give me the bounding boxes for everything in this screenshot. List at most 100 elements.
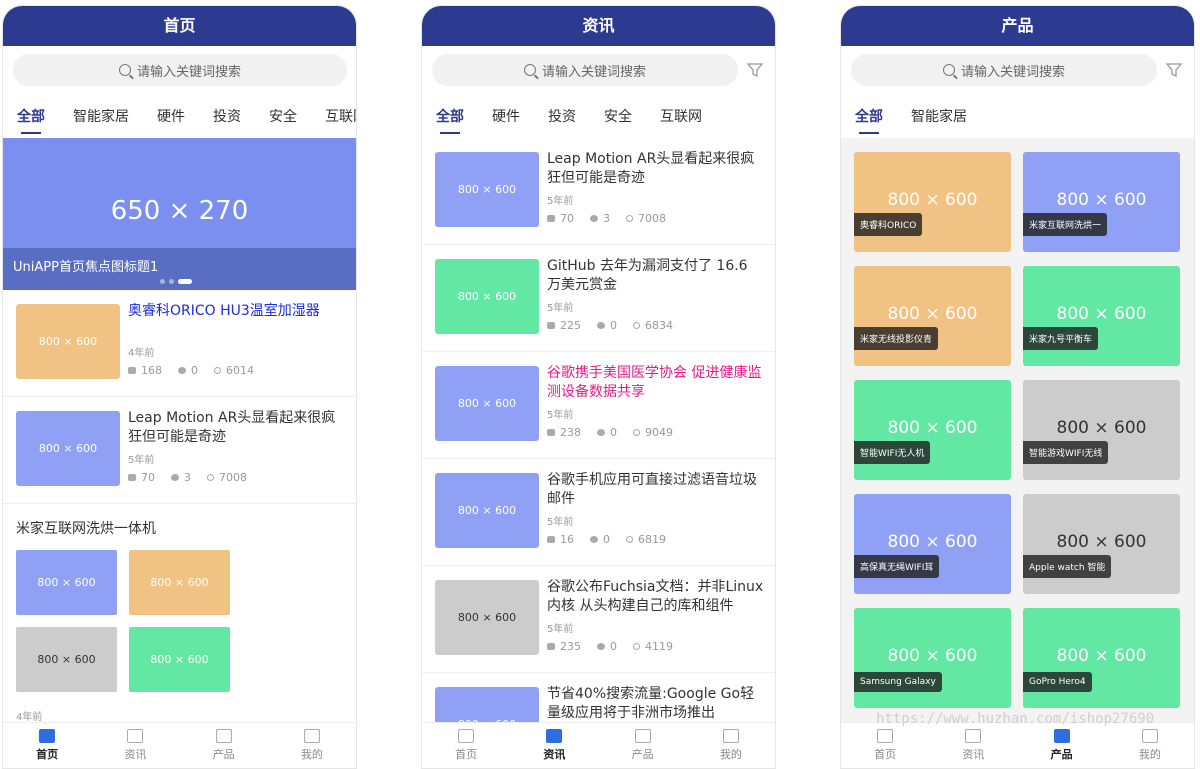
tabbar-label: 首页 — [455, 748, 478, 761]
product-label: 米家无线投影仪青 — [854, 327, 939, 350]
view-count: 7008 — [638, 212, 666, 225]
tab-all[interactable]: 全部 — [436, 100, 464, 138]
like-count: 238 — [560, 426, 581, 439]
tab-smart-home[interactable]: 智能家居 — [73, 100, 129, 138]
item-thumbnail: 800 × 600 — [16, 411, 120, 486]
item-title: 谷歌手机应用可直接过滤语音垃圾邮件 — [547, 472, 757, 507]
list-item[interactable]: 800 × 600 Leap Motion AR头显看起来很疯狂但可能是奇迹 5… — [3, 397, 356, 504]
banner-dimension: 650 × 270 — [110, 196, 249, 226]
comment-icon — [597, 429, 605, 436]
tab-security[interactable]: 安全 — [269, 100, 297, 138]
tabbar-label: 首页 — [874, 748, 897, 761]
list-item[interactable]: 800 × 600 Leap Motion AR头显看起来很疯狂但可能是奇迹 5… — [422, 138, 775, 245]
product-image-dim: 800 × 600 — [887, 646, 978, 666]
product-card[interactable]: 800 × 600 Apple watch 智能 — [1023, 494, 1180, 594]
gallery-time: 4年前 — [16, 712, 43, 722]
tab-all[interactable]: 全部 — [17, 100, 45, 138]
home-icon — [39, 729, 56, 743]
image-icon — [634, 729, 651, 743]
like-icon — [547, 429, 555, 436]
comment-count: 0 — [603, 533, 610, 546]
product-image-dim: 800 × 600 — [887, 418, 978, 438]
list-item[interactable]: 800 × 600 节省40%搜索流量:Google Go轻量级应用将于非洲市场… — [422, 673, 775, 722]
product-card[interactable]: 800 × 600 米家互联网洗烘一 — [1023, 152, 1180, 252]
item-title: Leap Motion AR头显看起来很疯狂但可能是奇迹 — [128, 410, 336, 445]
tab-security[interactable]: 安全 — [604, 100, 632, 138]
tabbar-label: 产品 — [1050, 748, 1073, 761]
news-list: 800 × 600 Leap Motion AR头显看起来很疯狂但可能是奇迹 5… — [422, 138, 775, 722]
tabbar-home[interactable]: 首页 — [841, 723, 929, 768]
tabbar-products[interactable]: 产品 — [599, 723, 687, 768]
banner[interactable]: 650 × 270 UniAPP首页焦点图标题1 — [3, 138, 356, 290]
tab-hardware[interactable]: 硬件 — [492, 100, 520, 138]
item-time: 5年前 — [547, 196, 574, 207]
list-item[interactable]: 800 × 600 GitHub 去年为漏洞支付了 16.6 万美元赏金 5年前… — [422, 245, 775, 352]
product-card[interactable]: 800 × 600 高保真无绳WIFI耳 — [854, 494, 1011, 594]
item-title: Leap Motion AR头显看起来很疯狂但可能是奇迹 — [547, 151, 755, 186]
comment-count: 0 — [610, 426, 617, 439]
comment-icon — [590, 215, 598, 222]
comment-icon — [590, 536, 598, 543]
comment-count: 3 — [603, 212, 610, 225]
tab-internet[interactable]: 互联网 — [325, 100, 356, 138]
view-count: 6834 — [645, 319, 673, 332]
tabbar-products[interactable]: 产品 — [1018, 723, 1106, 768]
filter-icon[interactable] — [1165, 61, 1183, 79]
news-icon — [965, 729, 982, 743]
search-row: 请输入关键词搜索 — [432, 53, 764, 87]
search-placeholder: 请输入关键词搜索 — [541, 64, 646, 80]
search-input[interactable]: 请输入关键词搜索 — [13, 54, 347, 86]
tabbar-me[interactable]: 我的 — [687, 723, 775, 768]
news-icon — [127, 729, 144, 743]
list-item[interactable]: 800 × 600 谷歌携手美国医学协会 促进健康监测设备数据共享 5年前 23… — [422, 352, 775, 459]
watermark: https://www.huzhan.com/ishop27690 — [876, 711, 1155, 727]
item-time: 5年前 — [547, 303, 574, 314]
like-count: 16 — [560, 533, 574, 546]
tab-all[interactable]: 全部 — [855, 100, 883, 138]
tabbar-home[interactable]: 首页 — [422, 723, 510, 768]
product-card[interactable]: 800 × 600 米家无线投影仪青 — [854, 266, 1011, 366]
product-card[interactable]: 800 × 600 智能WIFI无人机 — [854, 380, 1011, 480]
item-stats: 70 3 7008 — [547, 212, 682, 225]
tabbar-label: 首页 — [36, 748, 59, 761]
search-input[interactable]: 请输入关键词搜索 — [851, 54, 1157, 86]
view-count: 6014 — [226, 364, 254, 377]
search-placeholder: 请输入关键词搜索 — [136, 64, 241, 80]
tabbar-home[interactable]: 首页 — [3, 723, 91, 768]
item-title: 奥睿科ORICO HU3温室加湿器 — [128, 303, 320, 319]
tab-investment[interactable]: 投资 — [213, 100, 241, 138]
tab-investment[interactable]: 投资 — [548, 100, 576, 138]
tab-internet[interactable]: 互联网 — [660, 100, 702, 138]
item-title: 谷歌公布Fuchsia文档：并非Linux内核 从头构建自己的库和组件 — [547, 579, 764, 614]
home-icon — [458, 729, 475, 743]
filter-icon[interactable] — [746, 61, 764, 79]
product-card[interactable]: 800 × 600 Samsung Galaxy — [854, 608, 1011, 708]
tabbar-products[interactable]: 产品 — [180, 723, 268, 768]
gallery-item[interactable]: 米家互联网洗烘一体机 800 × 600 800 × 600 800 × 600… — [3, 504, 356, 722]
search-icon — [118, 64, 131, 76]
item-thumbnail: 800 × 600 — [435, 152, 539, 227]
tabbar-label: 产品 — [212, 748, 235, 761]
gallery-image: 800 × 600 — [16, 550, 117, 615]
list-item[interactable]: 800 × 600 奥睿科ORICO HU3温室加湿器 4年前 168 0 60… — [3, 290, 356, 397]
home-content: 650 × 270 UniAPP首页焦点图标题1 800 × 600 奥睿科OR… — [3, 138, 356, 722]
tabbar-news[interactable]: 资讯 — [510, 723, 598, 768]
tabbar-news[interactable]: 资讯 — [929, 723, 1017, 768]
list-item[interactable]: 800 × 600 谷歌手机应用可直接过滤语音垃圾邮件 5年前 16 0 681… — [422, 459, 775, 566]
tab-hardware[interactable]: 硬件 — [157, 100, 185, 138]
search-input[interactable]: 请输入关键词搜索 — [432, 54, 738, 86]
product-card[interactable]: 800 × 600 米家九号平衡车 — [1023, 266, 1180, 366]
product-image-dim: 800 × 600 — [887, 190, 978, 210]
tab-smart-home[interactable]: 智能家居 — [911, 100, 967, 138]
list-item[interactable]: 800 × 600 谷歌公布Fuchsia文档：并非Linux内核 从头构建自己… — [422, 566, 775, 673]
comment-icon — [597, 322, 605, 329]
indicator-dot — [160, 279, 165, 284]
product-card[interactable]: 800 × 600 智能游戏WIFI无线 — [1023, 380, 1180, 480]
product-card[interactable]: 800 × 600 GoPro Hero4 — [1023, 608, 1180, 708]
view-icon — [633, 429, 640, 436]
product-image-dim: 800 × 600 — [1056, 646, 1147, 666]
tabbar-news[interactable]: 资讯 — [91, 723, 179, 768]
tabbar-me[interactable]: 我的 — [1106, 723, 1194, 768]
tabbar-me[interactable]: 我的 — [268, 723, 356, 768]
product-card[interactable]: 800 × 600 奥睿科ORICO — [854, 152, 1011, 252]
